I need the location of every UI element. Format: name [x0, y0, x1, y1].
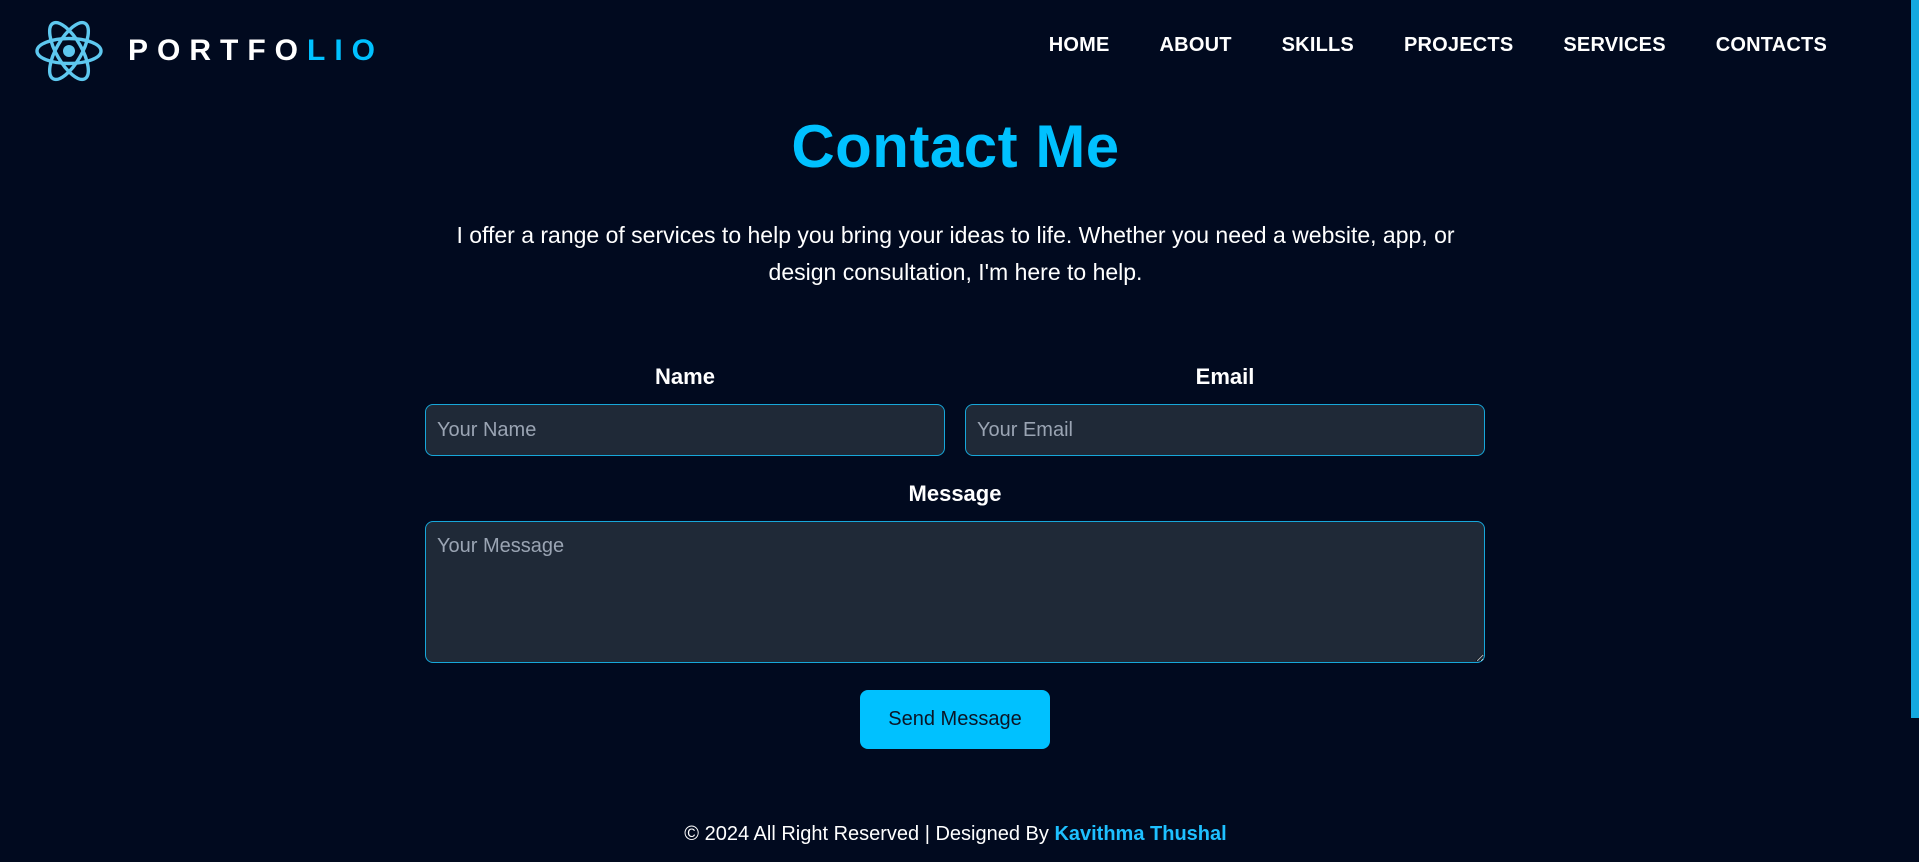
email-input[interactable] [965, 404, 1485, 456]
footer-author-link[interactable]: Kavithma Thushal [1054, 823, 1226, 845]
brand-name-part2: LIO [307, 34, 384, 67]
brand-name-part1: PORTFO [128, 34, 307, 67]
brand-name: PORTFOLIO [128, 34, 384, 68]
message-label: Message [908, 481, 1002, 506]
footer-copyright: © 2024 All Right Reserved | Designed By [684, 823, 1049, 845]
header: PORTFOLIO HOME ABOUT SKILLS PROJECTS SER… [0, 0, 1911, 94]
nav-skills[interactable]: SKILLS [1282, 34, 1354, 57]
send-message-button[interactable]: Send Message [860, 690, 1050, 749]
email-label: Email [1195, 364, 1255, 389]
footer: © 2024 All Right Reserved | Designed By … [0, 823, 1911, 846]
main-nav: HOME ABOUT SKILLS PROJECTS SERVICES CONT… [1049, 34, 1827, 57]
contact-intro: I offer a range of services to help you … [456, 222, 1455, 285]
page-title: Contact Me [791, 113, 1120, 180]
nav-contacts[interactable]: CONTACTS [1716, 34, 1827, 57]
nav-projects[interactable]: PROJECTS [1404, 34, 1513, 57]
name-label: Name [655, 364, 715, 389]
atom-icon [35, 20, 103, 82]
nav-services[interactable]: SERVICES [1563, 34, 1665, 57]
name-input[interactable] [425, 404, 945, 456]
nav-about[interactable]: ABOUT [1160, 34, 1232, 57]
brand-logo[interactable]: PORTFOLIO [34, 18, 384, 84]
page: PORTFOLIO HOME ABOUT SKILLS PROJECTS SER… [0, 0, 1919, 862]
scrollbar-thumb[interactable] [1911, 0, 1919, 718]
nav-home[interactable]: HOME [1049, 34, 1110, 57]
message-textarea[interactable] [425, 521, 1485, 663]
